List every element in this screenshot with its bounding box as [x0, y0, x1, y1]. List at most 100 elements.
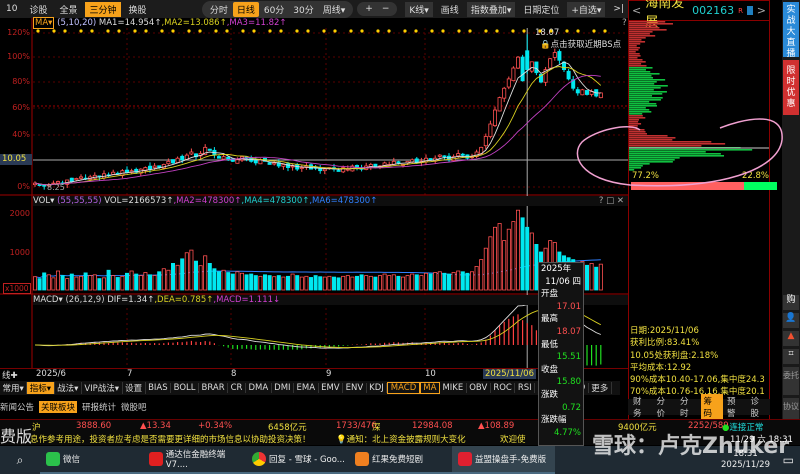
buy-button[interactable]: 购 [783, 295, 799, 310]
candle-body [575, 89, 580, 94]
indicator-bias[interactable]: BIAS [146, 383, 172, 393]
chip-bar [629, 39, 642, 41]
indicator-emv[interactable]: EMV [319, 383, 344, 393]
chip-bar [629, 119, 639, 121]
indicator-kdj[interactable]: KDJ [367, 383, 388, 393]
volume-bar [304, 275, 309, 291]
news-tab[interactable]: 新闻公告 [0, 401, 34, 413]
indicator-group[interactable]: 指标▾ [27, 382, 55, 394]
indicator-ema[interactable]: EMA [294, 383, 319, 393]
bs-points-link[interactable]: 🔒点击获取近期BS点 [540, 38, 621, 50]
axis-label-80: 80% [12, 77, 30, 86]
event-marker [592, 29, 596, 33]
ma1-line [34, 61, 601, 186]
volume-bar [327, 275, 332, 291]
indicator-dma[interactable]: DMA [246, 383, 272, 393]
right-tab[interactable]: 筹码 [700, 394, 723, 420]
indicator-boll[interactable]: BOLL [171, 383, 199, 393]
indicator-cr[interactable]: CR [228, 383, 246, 393]
indicator-更多[interactable]: 更多 [589, 382, 612, 394]
hongguo-icon [355, 452, 369, 466]
indicator-env[interactable]: ENV [343, 383, 367, 393]
live-broadcast-button[interactable]: 实战大直播 [783, 2, 799, 59]
vol-unit: x1000 [3, 283, 31, 294]
taskbar-app-chrome[interactable]: 回复 - 雪球 - Goo... [246, 446, 349, 474]
right-tab[interactable]: 诊股 [748, 394, 771, 420]
crop-icon[interactable]: ⌗ [783, 349, 799, 364]
indicator-rsi[interactable]: RSI [515, 383, 536, 393]
notice-text[interactable]: 💡通知：北上资金披露规则大变化 [336, 433, 466, 445]
news-tab[interactable]: 微股吧 [121, 401, 147, 413]
volume-bar [180, 258, 185, 291]
volume-bar [290, 273, 295, 291]
limited-offer-button[interactable]: 限时优惠 [783, 60, 799, 115]
volume-bar [235, 271, 240, 291]
sh-index: 3888.60 [76, 421, 112, 431]
candle-body [437, 154, 442, 157]
volume-bar [212, 268, 217, 291]
indicator-obv[interactable]: OBV [467, 383, 491, 393]
right-tab[interactable]: 财务 [630, 394, 653, 420]
volume-bar [520, 217, 525, 291]
volume-bar [198, 265, 203, 291]
right-tab[interactable]: 分时 [677, 394, 700, 420]
user-icon[interactable]: 👤 [783, 313, 799, 328]
volume-bar [147, 274, 152, 291]
prev-stock-button[interactable]: < [632, 4, 641, 17]
tooltip-change-label: 涨跌 [541, 389, 559, 400]
event-marker [495, 29, 499, 33]
taskbar-app-yimeng[interactable]: 益盟操盘手-免费版 [452, 446, 555, 474]
chip-bar [629, 139, 673, 141]
taskbar-app-wechat[interactable]: 微信 [40, 446, 143, 474]
event-marker [79, 29, 83, 33]
event-marker [576, 29, 580, 33]
indicator-group[interactable]: 设置 [123, 382, 146, 394]
tdx-icon [149, 452, 163, 466]
chip-bar [629, 41, 646, 43]
right-tab[interactable]: 预警 [724, 394, 747, 420]
indicator-ma[interactable]: MA [419, 382, 440, 394]
chip-bar [629, 167, 642, 169]
indicator-group[interactable]: 战法▾ [55, 382, 82, 394]
candle-body [170, 159, 175, 164]
candle-body [74, 178, 79, 181]
right-tab[interactable]: 分价 [654, 394, 677, 420]
panel-buttons[interactable]: ? □ ✕ [599, 196, 628, 206]
event-marker [279, 29, 283, 33]
volume-bar [33, 276, 38, 291]
next-stock-button[interactable]: > [757, 4, 766, 17]
taskbar-app-hongguo[interactable]: 红果免费短剧 [349, 446, 452, 474]
chip-bar [629, 55, 641, 57]
chip-bar [629, 131, 646, 133]
indicator-group[interactable]: VIP战法▾ [82, 382, 123, 394]
chip-bar [629, 161, 673, 163]
indicator-macd[interactable]: MACD [387, 382, 420, 394]
vol-ma4: ,MA4=478300↑ [241, 196, 310, 206]
candle-body [442, 155, 447, 158]
candle-body [548, 58, 553, 69]
info-icon[interactable] [747, 6, 753, 15]
flag-icon[interactable]: ▲ [783, 331, 799, 346]
news-tab[interactable]: 关联板块 [39, 401, 78, 413]
kline-chart[interactable] [0, 0, 630, 381]
news-tab[interactable]: 研报统计 [82, 401, 116, 413]
macd-dropdown[interactable]: MACD▾ [33, 295, 63, 305]
entrust-button[interactable]: 委托 [783, 367, 799, 395]
volume-bar [308, 277, 313, 291]
indicator-dmi[interactable]: DMI [272, 383, 295, 393]
indicator-group[interactable]: 常用▾ [0, 382, 28, 394]
indicator-roc[interactable]: ROC [491, 383, 516, 393]
volume-bar [359, 274, 364, 291]
time-axis-menu[interactable]: 线✚ [2, 369, 18, 381]
taskbar-app-tdx[interactable]: 通达信金融终端V7.... [143, 446, 246, 474]
ma2-line [34, 66, 602, 186]
indicator-brar[interactable]: BRAR [199, 383, 229, 393]
volume-bar [170, 262, 175, 291]
sz-change: ▲108.89 [478, 421, 515, 431]
event-marker [241, 29, 245, 33]
indicator-mike[interactable]: MIKE [440, 383, 467, 393]
event-marker [511, 29, 515, 33]
vol-dropdown[interactable]: VOL▾ [33, 196, 54, 206]
chip-bar [629, 153, 721, 155]
search-icon[interactable]: ⌕ [0, 453, 40, 468]
